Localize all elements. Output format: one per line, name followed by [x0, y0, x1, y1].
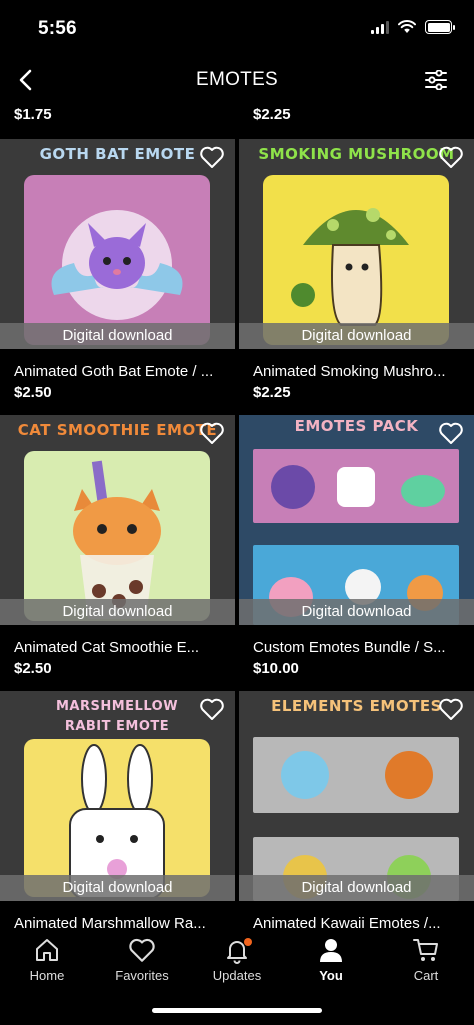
sliders-icon: [425, 70, 447, 90]
tab-home[interactable]: Home: [0, 936, 94, 983]
user-icon: [320, 939, 342, 962]
status-bar: 5:56: [0, 0, 474, 56]
digital-download-label: Digital download: [239, 599, 474, 625]
cart-icon: [413, 939, 438, 961]
battery-icon: [425, 20, 455, 34]
listing-price: $10.00: [253, 660, 299, 677]
thumbnail-artwork: [253, 737, 459, 813]
tab-label: Favorites: [115, 968, 169, 983]
thumbnail-artwork: [253, 449, 459, 523]
digital-download-label: Digital download: [239, 875, 474, 901]
favorite-heart-icon[interactable]: [199, 145, 225, 169]
listing-price: $1.75: [14, 106, 52, 123]
digital-download-label: Digital download: [0, 875, 235, 901]
tab-label: Cart: [413, 968, 439, 983]
listing-price: $2.25: [253, 106, 291, 123]
thumbnail-artwork: [263, 175, 449, 345]
favorite-heart-icon[interactable]: [438, 145, 464, 169]
tab-label: You: [319, 968, 343, 983]
tab-updates[interactable]: Updates: [190, 936, 284, 983]
listing-title[interactable]: Animated Smoking Mushro...: [253, 363, 467, 380]
listing-card[interactable]: MARSHMELLOW RABIT EMOTE Digital download…: [0, 691, 235, 930]
listing-title[interactable]: Animated Goth Bat Emote / ...: [14, 363, 228, 380]
listing-price: $2.50: [14, 660, 52, 677]
listing-thumbnail[interactable]: EMOTES PACK Digital download: [239, 415, 474, 625]
page-title: EMOTES: [195, 69, 279, 90]
header: EMOTES: [0, 56, 474, 104]
listing-thumbnail[interactable]: ELEMENTS EMOTES Digital download: [239, 691, 474, 901]
listing-price: $2.25: [253, 384, 291, 401]
status-time: 5:56: [38, 18, 77, 39]
tab-you[interactable]: You: [284, 936, 378, 983]
favorite-heart-icon[interactable]: [199, 697, 225, 721]
rabbit-emote-illustration: [69, 744, 165, 897]
digital-download-label: Digital download: [0, 599, 235, 625]
listing-grid: $1.75 $2.25 GOTH BAT EMOTE Digital downl…: [0, 104, 474, 930]
tab-cart[interactable]: Cart: [379, 936, 473, 983]
listing-card[interactable]: ELEMENTS EMOTES Digital download Animate…: [239, 691, 474, 930]
home-icon: [36, 939, 58, 961]
status-icons: [371, 20, 455, 34]
listing-card[interactable]: EMOTES PACK Digital download Custom Emot…: [239, 415, 474, 677]
listing-thumbnail[interactable]: CAT SMOOTHIE EMOTE Digital download: [0, 415, 235, 625]
favorite-heart-icon[interactable]: [438, 421, 464, 445]
favorite-heart-icon[interactable]: [438, 697, 464, 721]
digital-download-label: Digital download: [0, 323, 235, 349]
listing-price: $2.50: [14, 384, 52, 401]
listing-title[interactable]: Custom Emotes Bundle / S...: [253, 639, 467, 656]
tab-label: Home: [29, 968, 65, 983]
wifi-icon: [398, 20, 416, 33]
filter-button[interactable]: [422, 66, 450, 94]
cat-smoothie-illustration: [73, 460, 161, 619]
elements-emotes-row-1: [281, 751, 433, 799]
cellular-signal-icon: [371, 20, 389, 34]
thumbnail-artwork: [24, 739, 210, 897]
listing-title[interactable]: Animated Cat Smoothie E...: [14, 639, 228, 656]
listing-thumbnail[interactable]: MARSHMELLOW RABIT EMOTE Digital download: [0, 691, 235, 901]
favorite-heart-icon[interactable]: [199, 421, 225, 445]
bat-emote-illustration: [51, 210, 183, 320]
heart-icon: [129, 938, 155, 962]
listing-thumbnail[interactable]: SMOKING MUSHROOM Digital download: [239, 139, 474, 349]
listing-title[interactable]: Animated Kawaii Emotes /...: [253, 915, 467, 930]
thumbnail-artwork: [24, 175, 210, 345]
listing-card[interactable]: CAT SMOOTHIE EMOTE Digital download Anim…: [0, 415, 235, 677]
previous-row-prices: $1.75 $2.25: [0, 104, 474, 134]
mushroom-emote-illustration: [291, 208, 409, 326]
listing-thumbnail[interactable]: GOTH BAT EMOTE Digital download: [0, 139, 235, 349]
listing-card[interactable]: GOTH BAT EMOTE Digital download Animated…: [0, 139, 235, 401]
tab-favorites[interactable]: Favorites: [95, 936, 189, 983]
listing-title[interactable]: Animated Marshmallow Ra...: [14, 915, 228, 930]
notification-dot: [244, 938, 252, 946]
digital-download-label: Digital download: [239, 323, 474, 349]
emote-pack-row-1: [271, 465, 445, 509]
tab-label: Updates: [212, 968, 262, 983]
home-indicator: [152, 1008, 322, 1013]
thumbnail-title: MARSHMELLOW RABIT EMOTE: [55, 699, 179, 734]
thumbnail-artwork: [24, 451, 210, 621]
listing-card[interactable]: SMOKING MUSHROOM Digital download Animat…: [239, 139, 474, 401]
